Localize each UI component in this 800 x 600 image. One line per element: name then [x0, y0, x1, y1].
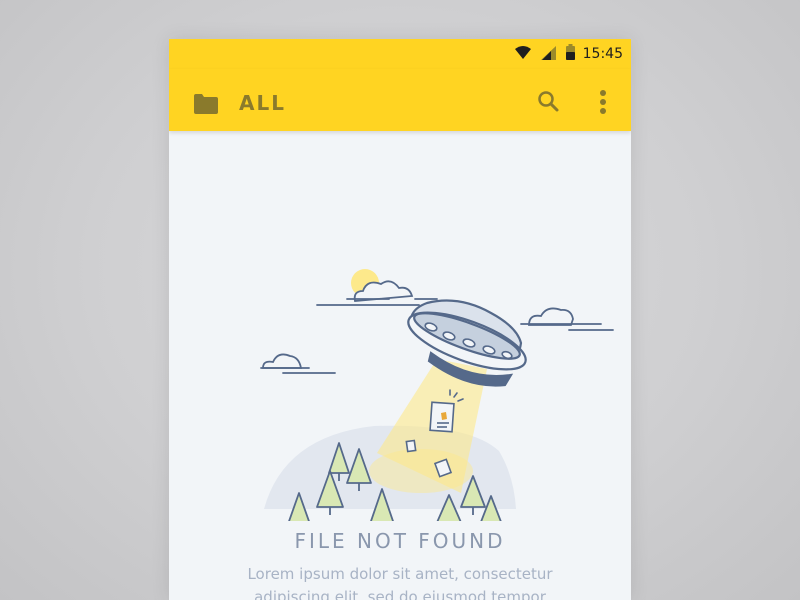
phone-screen: 15:45 ALL FILE NOT FOUND Lorem ipsum dol… [169, 39, 631, 600]
empty-state-message: Lorem ipsum dolor sit amet, consectetur … [247, 565, 553, 600]
status-bar: 15:45 [169, 39, 631, 69]
more-vert-icon [593, 90, 613, 119]
app-bar: ALL [169, 69, 631, 131]
wifi-icon [514, 45, 531, 64]
page-title: ALL [239, 91, 286, 115]
search-icon [537, 91, 561, 118]
search-button[interactable] [537, 90, 561, 114]
folder-icon[interactable] [193, 94, 219, 118]
empty-state-title: FILE NOT FOUND [294, 529, 506, 553]
battery-icon [565, 44, 575, 64]
status-icons: 15:45 [505, 44, 623, 64]
status-time: 15:45 [582, 46, 623, 62]
more-options-button[interactable] [593, 89, 613, 115]
ufo-abducting-files-icon [169, 131, 631, 528]
signal-icon [540, 45, 556, 64]
